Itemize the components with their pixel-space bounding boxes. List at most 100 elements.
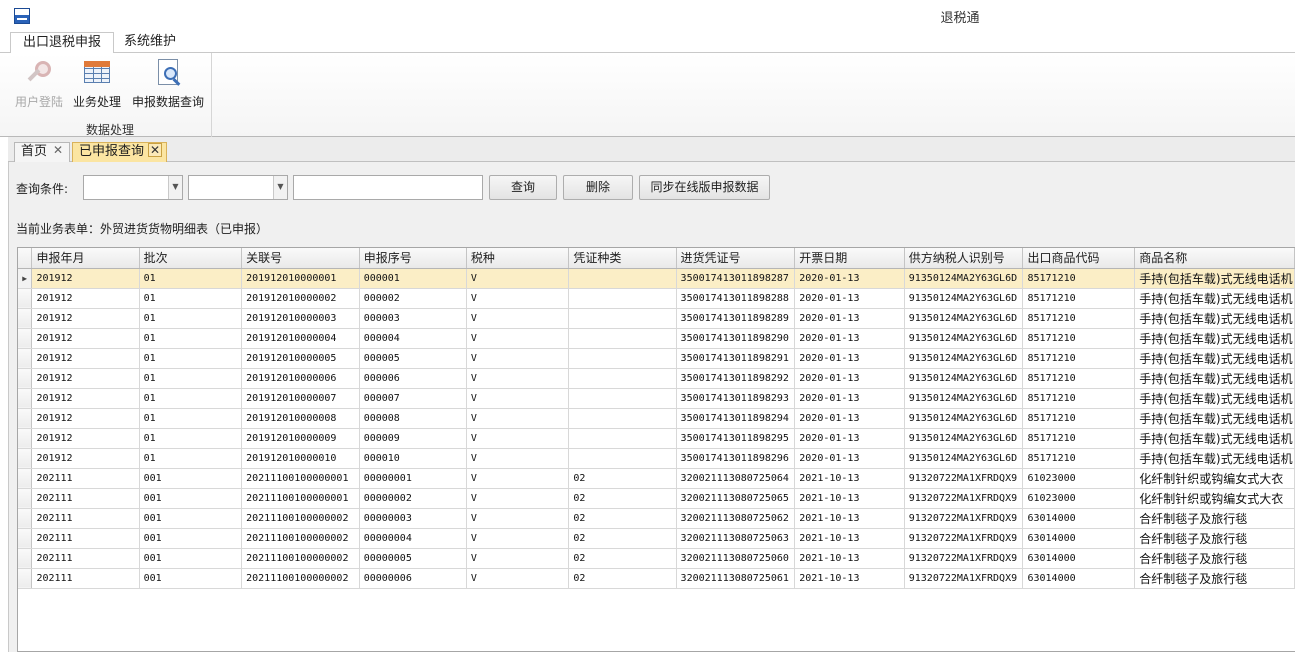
table-cell[interactable] — [568, 328, 677, 349]
table-cell[interactable]: 001 — [139, 508, 243, 529]
table-cell[interactable]: 2020-01-13 — [794, 328, 905, 349]
table-cell[interactable]: 91320722MA1XFRDQX9 — [904, 488, 1024, 509]
table-cell[interactable]: 63014000 — [1022, 508, 1136, 529]
table-cell[interactable]: 350017413011898291 — [676, 348, 796, 369]
table-cell[interactable]: V — [466, 528, 570, 549]
table-cell[interactable]: 00000005 — [359, 548, 467, 569]
table-cell[interactable]: 01 — [139, 388, 243, 409]
table-cell[interactable]: V — [466, 468, 570, 489]
table-cell[interactable]: 91320722MA1XFRDQX9 — [904, 568, 1024, 589]
row-header-cell[interactable] — [18, 568, 33, 589]
table-cell[interactable]: 001 — [139, 468, 243, 489]
close-icon[interactable]: ✕ — [51, 144, 65, 158]
table-cell[interactable]: 202111 — [31, 528, 140, 549]
table-cell[interactable]: 01 — [139, 448, 243, 469]
table-cell[interactable]: 001 — [139, 488, 243, 509]
table-cell[interactable]: 91350124MA2Y63GL6D — [904, 288, 1024, 309]
table-cell[interactable]: 85171210 — [1022, 388, 1136, 409]
table-cell[interactable]: 201912 — [31, 368, 140, 389]
table-cell[interactable]: 202111 — [31, 468, 140, 489]
table-cell[interactable]: 01 — [139, 428, 243, 449]
table-cell[interactable]: V — [466, 548, 570, 569]
table-cell[interactable]: 350017413011898296 — [676, 448, 796, 469]
table-cell[interactable]: 000002 — [359, 288, 467, 309]
table-cell[interactable]: V — [466, 428, 570, 449]
query-value-input[interactable] — [293, 175, 483, 200]
table-cell[interactable]: 85171210 — [1022, 368, 1136, 389]
table-cell[interactable]: 350017413011898295 — [676, 428, 796, 449]
table-cell[interactable]: 20211100100000001 — [241, 468, 360, 489]
table-cell[interactable]: 001 — [139, 528, 243, 549]
table-row[interactable]: 201912 01 201912010000006 000006 V 3500174130… — [18, 368, 1295, 389]
table-row[interactable]: 202111 001 20211100100000001 00000001 V 02 320… — [18, 468, 1295, 489]
table-cell[interactable]: 85171210 — [1022, 428, 1136, 449]
table-cell[interactable]: 85171210 — [1022, 328, 1136, 349]
table-cell[interactable]: 化纤制针织或钩编女式大衣 — [1134, 468, 1295, 489]
table-cell[interactable]: 01 — [139, 308, 243, 329]
table-cell[interactable]: 201912010000008 — [241, 408, 360, 429]
table-cell[interactable]: 202111 — [31, 548, 140, 569]
table-cell[interactable]: 000009 — [359, 428, 467, 449]
table-cell[interactable]: 85171210 — [1022, 408, 1136, 429]
column-header[interactable]: 出口商品代码 — [1022, 248, 1136, 269]
table-cell[interactable]: 手持(包括车载)式无线电话机 — [1134, 408, 1295, 429]
table-cell[interactable]: 2020-01-13 — [794, 348, 905, 369]
table-cell[interactable]: 320021113080725065 — [676, 488, 796, 509]
table-cell[interactable]: 91320722MA1XFRDQX9 — [904, 508, 1024, 529]
chevron-down-icon[interactable]: ▼ — [273, 176, 287, 199]
table-row[interactable]: 202111 001 20211100100000002 00000005 V 02 320… — [18, 548, 1295, 569]
table-cell[interactable]: 00000001 — [359, 468, 467, 489]
doc-tab-home[interactable]: 首页 ✕ — [14, 142, 71, 162]
table-cell[interactable]: 2021-10-13 — [794, 468, 905, 489]
table-cell[interactable]: 手持(包括车载)式无线电话机 — [1134, 288, 1295, 309]
table-cell[interactable]: 350017413011898287 — [676, 268, 796, 289]
table-cell[interactable]: 201912010000009 — [241, 428, 360, 449]
table-row[interactable]: 201912 01 201912010000008 000008 V 3500174130… — [18, 408, 1295, 429]
table-cell[interactable]: 手持(包括车载)式无线电话机 — [1134, 388, 1295, 409]
table-cell[interactable]: 201912 — [31, 408, 140, 429]
table-cell[interactable]: 2020-01-13 — [794, 268, 905, 289]
table-cell[interactable]: 201912 — [31, 308, 140, 329]
table-cell[interactable]: 350017413011898290 — [676, 328, 796, 349]
table-cell[interactable]: 02 — [568, 468, 677, 489]
row-header-cell[interactable] — [18, 428, 33, 449]
table-cell[interactable]: 化纤制针织或钩编女式大衣 — [1134, 488, 1295, 509]
table-cell[interactable]: 320021113080725062 — [676, 508, 796, 529]
table-cell[interactable] — [568, 288, 677, 309]
table-row[interactable]: ▶ 201912 01 201912010000001 000001 V 350017413… — [18, 268, 1295, 289]
table-cell[interactable]: 85171210 — [1022, 268, 1136, 289]
table-row[interactable]: 202111 001 20211100100000002 00000004 V 02 320… — [18, 528, 1295, 549]
table-cell[interactable]: 手持(包括车载)式无线电话机 — [1134, 268, 1295, 289]
table-cell[interactable]: 2020-01-13 — [794, 368, 905, 389]
table-cell[interactable]: 手持(包括车载)式无线电话机 — [1134, 448, 1295, 469]
row-header-cell[interactable] — [18, 348, 33, 369]
table-cell[interactable]: 91350124MA2Y63GL6D — [904, 448, 1024, 469]
table-cell[interactable]: 20211100100000002 — [241, 508, 360, 529]
table-cell[interactable]: 000001 — [359, 268, 467, 289]
table-cell[interactable]: 91350124MA2Y63GL6D — [904, 388, 1024, 409]
table-row[interactable]: 202111 001 20211100100000002 00000003 V 02 320… — [18, 508, 1295, 529]
row-header-cell[interactable] — [18, 528, 33, 549]
table-cell[interactable]: 91350124MA2Y63GL6D — [904, 328, 1024, 349]
row-header-cell[interactable] — [18, 308, 33, 329]
chevron-down-icon[interactable]: ▼ — [168, 176, 182, 199]
doc-tab-declared-query[interactable]: 已申报查询 ✕ — [72, 142, 168, 162]
table-cell[interactable]: V — [466, 408, 570, 429]
table-cell[interactable]: 合纤制毯子及旅行毯 — [1134, 508, 1295, 529]
row-header-cell[interactable] — [18, 488, 33, 509]
table-cell[interactable]: 000007 — [359, 388, 467, 409]
table-cell[interactable]: 2021-10-13 — [794, 508, 905, 529]
table-cell[interactable]: 61023000 — [1022, 488, 1136, 509]
table-row[interactable]: 201912 01 201912010000003 000003 V 3500174130… — [18, 308, 1295, 329]
table-row[interactable]: 201912 01 201912010000007 000007 V 3500174130… — [18, 388, 1295, 409]
row-header-cell[interactable] — [18, 468, 33, 489]
table-cell[interactable]: V — [466, 508, 570, 529]
table-cell[interactable] — [568, 268, 677, 289]
table-cell[interactable]: 01 — [139, 408, 243, 429]
table-cell[interactable]: 2021-10-13 — [794, 488, 905, 509]
table-cell[interactable]: 201912010000001 — [241, 268, 360, 289]
table-cell[interactable]: 000008 — [359, 408, 467, 429]
column-header[interactable]: 关联号 — [241, 248, 360, 269]
table-cell[interactable]: 85171210 — [1022, 348, 1136, 369]
declaration-query-button[interactable]: 申报数据查询 — [129, 57, 207, 111]
